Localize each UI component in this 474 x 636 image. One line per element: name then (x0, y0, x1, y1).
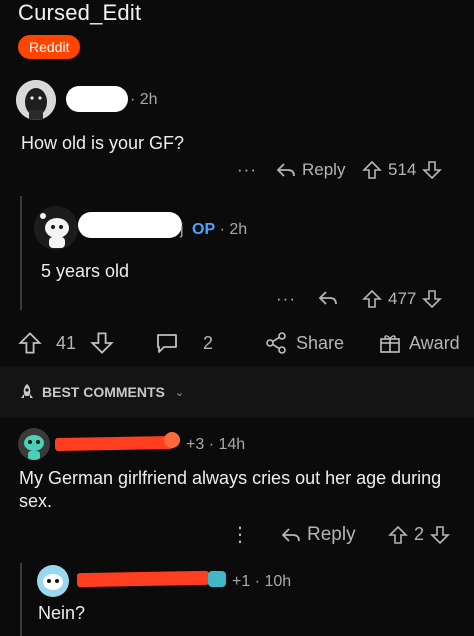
dog-avatar-icon (16, 80, 56, 120)
post-text: How old is your GF? (21, 133, 185, 153)
redacted-username (78, 212, 182, 238)
reply-meta: j OP · 2h (180, 221, 248, 238)
snoo-avatar-icon (37, 565, 69, 597)
more-options-button[interactable]: ⋮ (230, 522, 250, 547)
avatar[interactable] (16, 80, 56, 120)
comment-bubble-icon (155, 331, 179, 355)
gift-icon (378, 331, 402, 355)
score: 477 (388, 289, 417, 308)
upvote-icon[interactable] (362, 289, 382, 309)
avatar[interactable] (37, 565, 69, 597)
sort-label: BEST COMMENTS (42, 384, 165, 400)
post-time: · 2h (130, 91, 158, 108)
redacted-username (66, 86, 128, 112)
comment-meta: +3 · 14h (186, 436, 246, 453)
reply-arrow-icon (276, 161, 296, 179)
vote-controls: 2 (388, 524, 450, 545)
share-button[interactable]: Share (264, 331, 344, 355)
page-title: Cursed_Edit (18, 0, 142, 25)
vote-controls: 477 (362, 289, 443, 309)
award-button[interactable]: Award (378, 331, 460, 355)
downvote-icon[interactable] (422, 289, 443, 309)
more-options-button[interactable]: ··· (237, 160, 257, 180)
op-badge: OP (192, 221, 216, 238)
avatar[interactable] (18, 428, 50, 460)
snoo-avatar-icon (34, 206, 78, 250)
share-icon (264, 331, 288, 355)
vote-count: 41 (56, 332, 77, 353)
downvote-icon[interactable] (430, 525, 450, 545)
sort-selector[interactable]: BEST COMMENTS ⌄ (18, 383, 184, 401)
score: 514 (388, 160, 417, 179)
more-options-button[interactable]: ··· (276, 289, 296, 309)
upvote-icon[interactable] (362, 160, 382, 180)
thread-line (20, 563, 22, 636)
thread-line (20, 196, 22, 310)
snoo-avatar-icon (18, 428, 50, 460)
redacted-username (54, 435, 174, 452)
comments-button[interactable]: 2 (155, 331, 213, 355)
reply-arrow-icon (318, 289, 338, 307)
downvote-icon[interactable] (422, 160, 443, 180)
upvote-icon[interactable] (388, 525, 408, 545)
comment-meta: +1 · 10h (232, 573, 292, 590)
reply-button[interactable] (318, 289, 338, 307)
comment-text: My German girlfriend always cries out he… (19, 468, 442, 511)
vote-controls: 514 (362, 160, 443, 180)
post-vote-controls: 41 (18, 331, 114, 355)
rocket-icon (18, 383, 36, 401)
downvote-icon[interactable] (90, 331, 114, 355)
comment-text: Nein? (38, 603, 86, 623)
avatar[interactable] (34, 206, 78, 250)
redacted-username (76, 570, 210, 588)
reply-text: 5 years old (41, 261, 130, 281)
source-badge: Reddit (18, 35, 81, 59)
reply-button[interactable]: Reply (281, 524, 356, 546)
reply-arrow-icon (281, 526, 301, 544)
award-icon (208, 571, 226, 587)
reply-button[interactable]: Reply (276, 160, 345, 180)
upvote-icon[interactable] (18, 331, 42, 355)
score: 2 (414, 524, 425, 544)
chevron-down-icon: ⌄ (174, 386, 185, 399)
award-icon (164, 432, 180, 448)
